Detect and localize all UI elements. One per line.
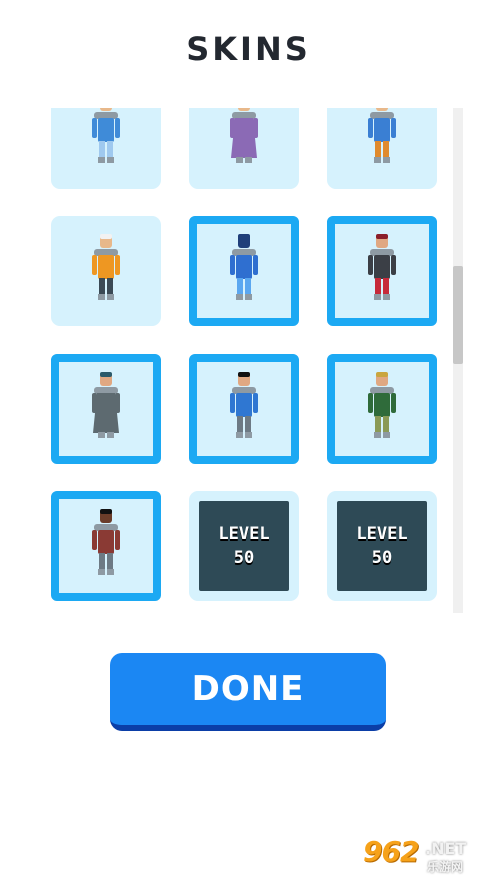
watermark-logo-suffix: .NET — [425, 839, 467, 858]
skin-card[interactable] — [189, 216, 299, 326]
lock-level-value: 50 — [233, 548, 255, 568]
skin-card[interactable] — [51, 216, 161, 326]
skin-card[interactable] — [327, 216, 437, 326]
skin-card[interactable] — [51, 108, 161, 189]
scrollbar[interactable] — [453, 108, 463, 613]
watermark-logo-number: 962 — [363, 835, 419, 868]
skin-card[interactable] — [51, 491, 161, 601]
skin-card-locked[interactable]: LEVEL 50 — [189, 491, 299, 601]
skin-card[interactable] — [51, 354, 161, 464]
skin-card[interactable] — [189, 108, 299, 189]
skin-card-locked[interactable]: LEVEL 50 — [327, 491, 437, 601]
lock-level-label: LEVEL — [356, 524, 408, 544]
page-title: SKINS — [186, 30, 311, 68]
lock-level-label: LEVEL — [218, 524, 270, 544]
watermark-logo-cn: 乐游网 — [427, 860, 464, 874]
skin-card[interactable] — [189, 354, 299, 464]
scrollbar-thumb[interactable] — [453, 266, 463, 364]
done-button[interactable]: DONE — [110, 653, 386, 731]
watermark-logo: 962 .NET 乐游网 — [363, 835, 491, 877]
skin-card[interactable] — [327, 108, 437, 189]
lock-level-value: 50 — [371, 548, 393, 568]
lock-overlay: LEVEL 50 — [199, 501, 289, 591]
skins-grid[interactable]: LEVEL 50 LEVEL 50 — [48, 108, 446, 613]
lock-overlay: LEVEL 50 — [337, 501, 427, 591]
skin-card[interactable] — [327, 354, 437, 464]
